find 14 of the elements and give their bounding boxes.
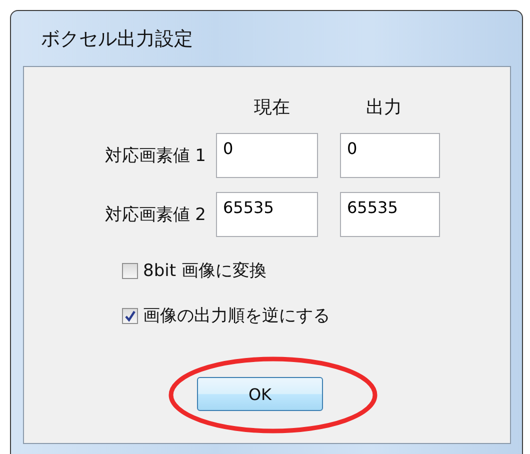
input-field[interactable]: 65535	[340, 192, 440, 237]
column-header: 出力	[365, 96, 403, 119]
input-field[interactable]: 0	[340, 133, 440, 178]
checkbox-label: 8bit 画像に変換	[143, 260, 266, 282]
checkbox[interactable]	[122, 262, 138, 278]
checkbox[interactable]	[122, 308, 138, 324]
ok-button[interactable]: OK	[197, 377, 323, 411]
checkbox-label: 画像の出力順を逆にする	[143, 305, 330, 327]
window-title: ボクセル出力設定	[41, 26, 193, 52]
row-label: 対応画素値 1	[104, 145, 207, 167]
column-header: 現在	[253, 96, 291, 119]
input-field[interactable]: 65535	[216, 192, 318, 237]
row-label: 対応画素値 2	[104, 204, 207, 226]
input-field[interactable]: 0	[216, 133, 318, 178]
